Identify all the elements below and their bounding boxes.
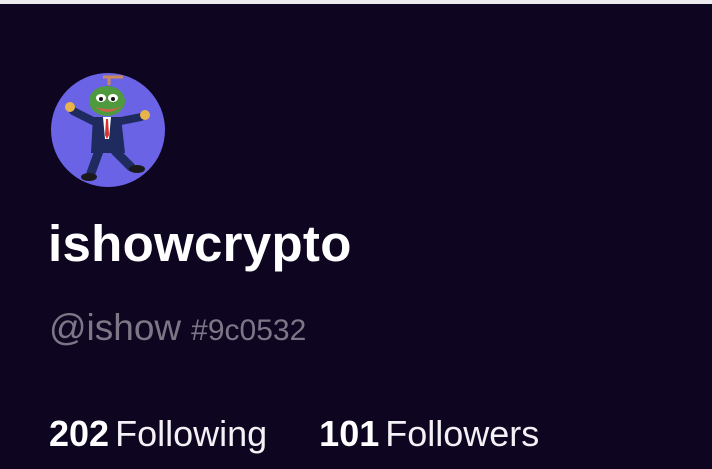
- pepe-avatar-image: [65, 75, 150, 181]
- avatar[interactable]: [51, 73, 165, 187]
- following-link[interactable]: 202 Following: [49, 416, 267, 452]
- profile-header: ishowcrypto @ishow #9c0532 202 Following 1…: [0, 4, 712, 469]
- display-name: ishowcrypto: [48, 215, 352, 272]
- followers-label: Followers: [385, 413, 540, 454]
- following-label: Following: [115, 413, 268, 454]
- followers-count: 101: [319, 413, 380, 454]
- username-handle: @ishow: [49, 307, 182, 348]
- following-count: 202: [49, 413, 110, 454]
- followers-link[interactable]: 101 Followers: [319, 416, 539, 452]
- handle-row: @ishow #9c0532: [49, 309, 306, 346]
- user-tag: #9c0532: [191, 314, 307, 347]
- follow-stats: 202 Following 101 Followers: [49, 416, 539, 452]
